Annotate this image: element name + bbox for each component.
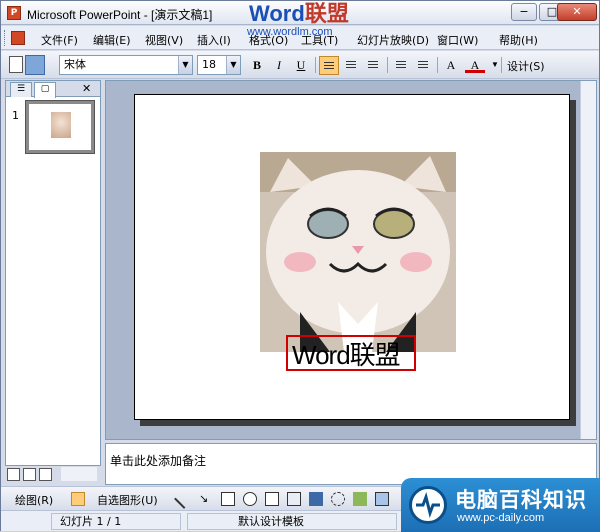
toolbar-options-icon[interactable] bbox=[25, 55, 45, 75]
slide-canvas[interactable]: Word联盟 bbox=[134, 94, 570, 420]
menu-slideshow[interactable]: 幻灯片放映(D) bbox=[357, 32, 429, 48]
numbering-button[interactable] bbox=[391, 56, 411, 75]
outline-icon: ☰ bbox=[16, 84, 26, 94]
menu-view[interactable]: 视图(V) bbox=[145, 32, 183, 48]
rectangle-icon[interactable] bbox=[221, 492, 235, 506]
slide-sorter-icon[interactable] bbox=[23, 468, 36, 481]
toolbar-separator bbox=[387, 57, 388, 73]
powerpoint-app-icon: P bbox=[7, 6, 21, 20]
oval-icon[interactable] bbox=[243, 492, 257, 506]
pane-tabs: ☰ ▢ ✕ bbox=[6, 81, 100, 98]
design-template-status: 默认设计模板 bbox=[187, 513, 397, 530]
menu-edit[interactable]: 编辑(E) bbox=[93, 32, 131, 48]
textbox-text: Word联盟 bbox=[292, 340, 401, 370]
notes-placeholder: 单击此处添加备注 bbox=[110, 454, 207, 468]
toolbar-separator bbox=[501, 57, 502, 73]
horizontal-scrollbar[interactable] bbox=[61, 467, 97, 481]
menu-file[interactable]: 文件(F) bbox=[41, 32, 78, 48]
wordart-icon[interactable] bbox=[309, 492, 323, 506]
draw-menu-button[interactable]: 绘图(R) bbox=[15, 492, 53, 508]
powerpoint-window: P Microsoft PowerPoint - [演示文稿1] Word联盟 … bbox=[0, 0, 600, 532]
outline-tab[interactable]: ☰ bbox=[10, 82, 32, 97]
slides-icon: ▢ bbox=[40, 84, 50, 94]
slide-thumbnail[interactable] bbox=[25, 100, 95, 154]
normal-view-icon[interactable] bbox=[7, 468, 20, 481]
slides-tab[interactable]: ▢ bbox=[34, 82, 56, 98]
site-logo-icon bbox=[409, 486, 447, 524]
design-button[interactable]: 设计(S) bbox=[507, 58, 545, 74]
toolbar-grip[interactable] bbox=[4, 30, 7, 46]
site-badge-title: 电脑百科知识 bbox=[455, 488, 587, 512]
italic-button[interactable]: I bbox=[269, 56, 289, 75]
site-badge: 电脑百科知识 www.pc-daily.com bbox=[401, 478, 600, 532]
window-title: Microsoft PowerPoint - [演示文稿1] bbox=[27, 8, 213, 22]
font-size-value: 18 bbox=[202, 58, 216, 71]
diagram-icon[interactable] bbox=[331, 492, 345, 506]
watermark-url: www.wordlm.com bbox=[247, 26, 333, 38]
menu-insert[interactable]: 插入(I) bbox=[197, 32, 231, 48]
site-badge-url: www.pc-daily.com bbox=[457, 512, 545, 524]
align-center-button[interactable] bbox=[341, 56, 361, 75]
picture-icon[interactable] bbox=[375, 492, 389, 506]
align-right-button[interactable] bbox=[363, 56, 383, 75]
formatting-toolbar: 宋体 ▼ 18 ▼ B I U A A ▼ 设计(S) bbox=[1, 51, 599, 79]
menu-window[interactable]: 窗口(W) bbox=[437, 32, 478, 48]
selected-textbox[interactable]: Word联盟 bbox=[286, 335, 416, 371]
thumbnail-image bbox=[51, 112, 71, 138]
chevron-down-icon[interactable]: ▼ bbox=[226, 56, 240, 74]
slideshow-icon[interactable] bbox=[39, 468, 52, 481]
font-name-value: 宋体 bbox=[64, 58, 86, 71]
line-icon[interactable] bbox=[174, 489, 194, 509]
textbox-icon[interactable] bbox=[265, 492, 279, 506]
close-button[interactable]: ✕ bbox=[557, 3, 597, 21]
select-objects-icon[interactable] bbox=[71, 492, 85, 506]
toolbar-separator bbox=[437, 57, 438, 73]
align-left-button[interactable] bbox=[319, 56, 339, 75]
cat-picture[interactable] bbox=[260, 152, 456, 352]
clipart-icon[interactable] bbox=[353, 492, 367, 506]
bullets-button[interactable] bbox=[413, 56, 433, 75]
chevron-down-icon[interactable]: ▼ bbox=[485, 56, 505, 75]
vertical-scrollbar[interactable] bbox=[580, 81, 596, 439]
bold-button[interactable]: B bbox=[247, 56, 267, 75]
slide-editing-area: Word联盟 bbox=[105, 80, 597, 440]
font-size-select[interactable]: 18 ▼ bbox=[197, 55, 241, 75]
minimize-button[interactable]: − bbox=[511, 3, 537, 21]
increase-font-button[interactable]: A bbox=[441, 56, 461, 75]
slides-pane: ☰ ▢ ✕ 1 bbox=[5, 80, 101, 466]
chevron-down-icon[interactable]: ▼ bbox=[178, 56, 192, 74]
slide-position-status: 幻灯片 1 / 1 bbox=[51, 513, 181, 530]
underline-button[interactable]: U bbox=[291, 56, 311, 75]
vertical-textbox-icon[interactable] bbox=[287, 492, 301, 506]
menu-help[interactable]: 帮助(H) bbox=[499, 32, 538, 48]
close-pane-icon[interactable]: ✕ bbox=[82, 82, 91, 95]
toolbar-separator bbox=[315, 57, 316, 73]
font-color-button[interactable]: A bbox=[465, 56, 485, 73]
font-name-select[interactable]: 宋体 ▼ bbox=[59, 55, 193, 75]
new-slide-icon[interactable] bbox=[9, 56, 23, 73]
slide-number: 1 bbox=[12, 109, 19, 122]
title-bar: P Microsoft PowerPoint - [演示文稿1] Word联盟 … bbox=[1, 1, 599, 25]
watermark-logo: Word联盟 bbox=[249, 1, 349, 26]
autoshapes-button[interactable]: 自选图形(U) bbox=[97, 492, 158, 508]
document-icon[interactable] bbox=[11, 31, 25, 45]
arrow-icon[interactable]: ↘ bbox=[199, 492, 213, 506]
